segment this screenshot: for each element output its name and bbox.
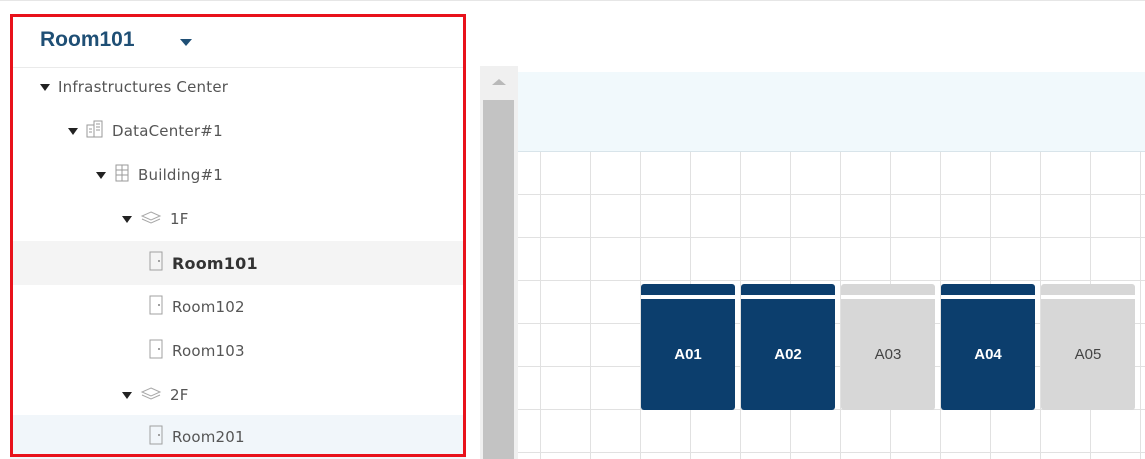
rack-label: A04 [941, 299, 1035, 410]
rack-cap [1041, 284, 1135, 295]
door-icon [148, 339, 164, 363]
rack-a02[interactable]: A02 [741, 284, 835, 410]
tree-item-floor-1f[interactable]: 1F [10, 197, 466, 241]
floor-plan-header [518, 72, 1145, 152]
tree-item-label: 1F [170, 210, 189, 228]
tree-item-room103[interactable]: Room103 [10, 329, 466, 373]
rack-a01[interactable]: A01 [641, 284, 735, 410]
tree-item-label: DataCenter#1 [112, 122, 223, 140]
expand-arrow-icon[interactable] [122, 215, 132, 223]
scroll-up-arrow-icon[interactable] [492, 79, 506, 85]
building-icon [114, 164, 130, 186]
room-selector[interactable]: Room101 [10, 10, 466, 68]
expand-arrow-icon[interactable] [122, 391, 132, 399]
room-selector-value: Room101 [40, 28, 135, 51]
tree-item-datacenter[interactable]: DataCenter#1 [10, 109, 466, 153]
tree-item-floor-2f[interactable]: 2F [10, 373, 466, 417]
expand-arrow-icon[interactable] [40, 83, 50, 91]
rack-cap [841, 284, 935, 295]
tree-item-label: Room102 [172, 298, 245, 316]
rack-a04[interactable]: A04 [941, 284, 1035, 410]
tree-item-room102[interactable]: Room102 [10, 285, 466, 329]
expand-arrow-icon[interactable] [96, 171, 106, 179]
rack-a05[interactable]: A05 [1041, 284, 1135, 410]
door-icon [148, 295, 164, 319]
rack-cap [641, 284, 735, 295]
tree-item-infrastructures-center[interactable]: Infrastructures Center [10, 65, 466, 109]
tree-item-room101[interactable]: Room101 [10, 241, 466, 285]
tree-item-label: Building#1 [138, 166, 223, 184]
tree-item-room201[interactable]: Room201 [10, 415, 466, 459]
tree-item-label: 2F [170, 386, 189, 404]
floor-layers-icon [140, 210, 162, 228]
top-divider [0, 0, 1145, 1]
rack-cap [741, 284, 835, 295]
scrollbar-thumb[interactable] [483, 100, 514, 459]
door-icon [148, 251, 164, 275]
tree-scrollbar[interactable] [480, 66, 518, 459]
expand-arrow-icon[interactable] [68, 127, 78, 135]
tree-item-label: Room201 [172, 428, 245, 446]
rack-cap [941, 284, 1035, 295]
rack-a03[interactable]: A03 [841, 284, 935, 410]
floor-layers-icon [140, 386, 162, 404]
tree-item-label: Room101 [172, 253, 258, 273]
rack-label: A02 [741, 299, 835, 410]
door-icon [148, 425, 164, 449]
chevron-down-icon[interactable] [180, 39, 192, 46]
datacenter-icon [86, 120, 104, 142]
rack-label: A03 [841, 299, 935, 410]
rack-label: A01 [641, 299, 735, 410]
tree-item-label: Infrastructures Center [58, 78, 229, 96]
rack-label: A05 [1041, 299, 1135, 410]
tree-item-label: Room103 [172, 342, 245, 360]
tree-item-building[interactable]: Building#1 [10, 153, 466, 197]
